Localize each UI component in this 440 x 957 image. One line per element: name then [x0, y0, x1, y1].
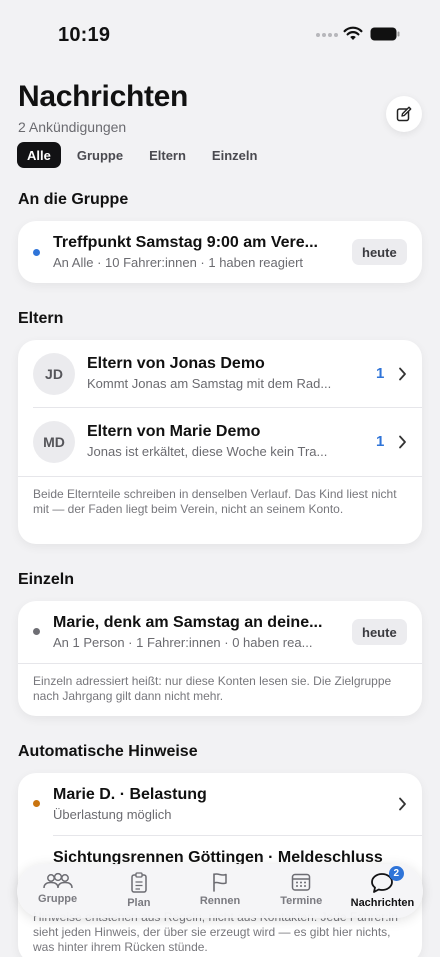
chevron-right-icon — [399, 797, 406, 811]
filter-tab-alle[interactable]: Alle — [17, 142, 61, 168]
single-card: Marie, denk am Samstag an deine... An 1 … — [18, 601, 422, 716]
unread-count: 1 — [376, 365, 385, 382]
tab-label: Nachrichten — [350, 897, 415, 909]
tab-plan[interactable]: Plan — [98, 864, 179, 918]
tab-label: Gruppe — [38, 893, 78, 905]
parent-thread-row[interactable]: JD Eltern von Jonas Demo Kommt Jonas am … — [18, 340, 422, 408]
filter-tab-einzeln[interactable]: Einzeln — [202, 142, 268, 168]
unread-dot — [33, 628, 40, 635]
unread-dot — [33, 249, 40, 256]
compose-icon — [396, 106, 412, 122]
single-message-row[interactable]: Marie, denk am Samstag an deine... An 1 … — [18, 601, 422, 663]
page-title: Nachrichten — [18, 80, 189, 113]
section-title-group: An die Gruppe — [18, 191, 129, 208]
status-dot — [33, 800, 40, 807]
chevron-right-icon — [399, 435, 406, 449]
group-icon — [42, 872, 73, 889]
filter-tab-gruppe[interactable]: Gruppe — [67, 142, 133, 168]
status-bar: 10:19 — [0, 0, 440, 70]
tab-nachrichten[interactable]: 2 Nachrichten — [342, 864, 423, 918]
flag-icon — [213, 873, 227, 892]
tab-label: Rennen — [199, 895, 241, 907]
auto-hint-row[interactable]: Marie D. · Belastung Überlastung möglich — [18, 773, 422, 835]
cellular-signal-icon — [316, 33, 338, 37]
single-footnote: Einzeln adressiert heißt: nur diese Kont… — [33, 674, 392, 703]
unread-badge: 2 — [388, 866, 404, 881]
wifi-icon — [343, 26, 363, 40]
section-title-parents: Eltern — [18, 310, 64, 327]
thread-preview: Jonas ist erkältet, diese Woche kein Tra… — [87, 444, 328, 459]
unread-count: 1 — [376, 433, 385, 450]
thread-preview: Kommt Jonas am Samstag mit dem Rad... — [87, 376, 332, 391]
tab-bar: Gruppe Plan Rennen Termine 2 Nachrichten — [17, 864, 423, 918]
chevron-right-icon — [399, 367, 406, 381]
divider — [18, 476, 422, 477]
avatar: MD — [33, 421, 75, 463]
clipboard-icon — [131, 872, 147, 893]
avatar: JD — [33, 353, 75, 395]
tab-termine[interactable]: Termine — [261, 864, 342, 918]
thread-title: Eltern von Jonas Demo — [87, 355, 265, 372]
parents-card: JD Eltern von Jonas Demo Kommt Jonas am … — [18, 340, 422, 544]
announcement-count: 2 Ankündigungen — [18, 119, 127, 135]
tab-label: Plan — [127, 897, 151, 909]
calendar-icon — [291, 873, 311, 891]
hint-title: Marie D. · Belastung — [53, 786, 207, 803]
date-badge: heute — [352, 619, 407, 645]
battery-icon — [370, 27, 400, 41]
message-subtitle: An Alle · 10 Fahrer:innen · 1 haben reag… — [53, 255, 304, 270]
section-title-auto: Automatische Hinweise — [18, 743, 198, 760]
group-card: Treffpunkt Samstag 9:00 am Vere... An Al… — [18, 221, 422, 283]
date-badge: heute — [352, 239, 407, 265]
filter-tab-eltern[interactable]: Eltern — [139, 142, 196, 168]
compose-button[interactable] — [386, 96, 422, 132]
status-time: 10:19 — [58, 24, 111, 46]
section-title-single: Einzeln — [18, 571, 75, 588]
tab-rennen[interactable]: Rennen — [179, 864, 260, 918]
hint-subtitle: Überlastung möglich — [53, 807, 172, 822]
tab-label: Termine — [280, 895, 323, 907]
tab-gruppe[interactable]: Gruppe — [17, 864, 98, 918]
message-title: Marie, denk am Samstag an deine... — [53, 614, 323, 631]
thread-title: Eltern von Marie Demo — [87, 423, 261, 440]
message-title: Treffpunkt Samstag 9:00 am Vere... — [53, 234, 318, 251]
parents-footnote: Beide Elternteile schreiben in denselben… — [33, 487, 397, 516]
group-message-row[interactable]: Treffpunkt Samstag 9:00 am Vere... An Al… — [18, 221, 422, 283]
divider — [18, 663, 422, 664]
filter-tabs: Alle Gruppe Eltern Einzeln — [17, 142, 267, 168]
message-subtitle: An 1 Person · 1 Fahrer:innen · 0 haben r… — [53, 635, 313, 650]
parent-thread-row[interactable]: MD Eltern von Marie Demo Jonas ist erkäl… — [18, 408, 422, 476]
